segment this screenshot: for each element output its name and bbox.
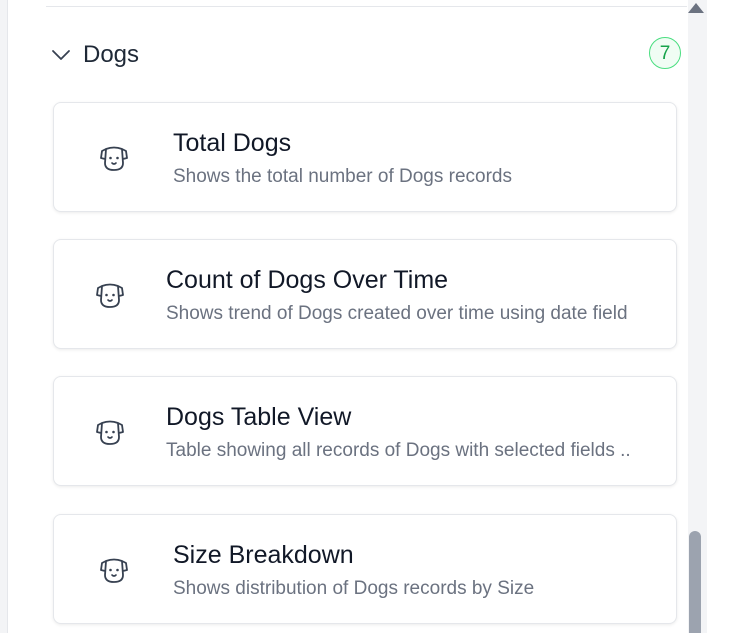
scroll-up-arrow-icon[interactable]	[688, 3, 704, 13]
dog-icon	[100, 146, 128, 171]
card-description: Shows the total number of Dogs records	[173, 166, 513, 187]
chevron-down-icon[interactable]	[50, 44, 72, 66]
card-description: Shows trend of Dogs created over time us…	[166, 303, 628, 324]
card-description: Table showing all records of Dogs with s…	[166, 440, 631, 461]
card-title: Count of Dogs Over Time	[166, 266, 449, 294]
section-header-dogs[interactable]: Dogs 7	[46, 34, 687, 76]
section-title: Dogs	[83, 41, 140, 68]
count-badge: 7	[649, 37, 681, 69]
card-description: Shows distribution of Dogs records by Si…	[173, 578, 535, 599]
widget-card-size-breakdown[interactable]: Size Breakdown Shows distribution of Dog…	[53, 514, 677, 624]
widget-card-count-over-time[interactable]: Count of Dogs Over Time Shows trend of D…	[53, 239, 677, 349]
dog-icon	[100, 558, 128, 583]
divider	[46, 6, 687, 7]
card-title: Dogs Table View	[166, 403, 352, 431]
dog-icon	[96, 283, 124, 308]
panel-left-border	[0, 0, 8, 633]
widget-card-total-dogs[interactable]: Total Dogs Shows the total number of Dog…	[53, 102, 677, 212]
card-title: Total Dogs	[173, 129, 292, 157]
scrollbar-thumb[interactable]	[689, 531, 701, 633]
card-title: Size Breakdown	[173, 541, 354, 569]
dog-icon	[96, 420, 124, 445]
widget-card-table-view[interactable]: Dogs Table View Table showing all record…	[53, 376, 677, 486]
